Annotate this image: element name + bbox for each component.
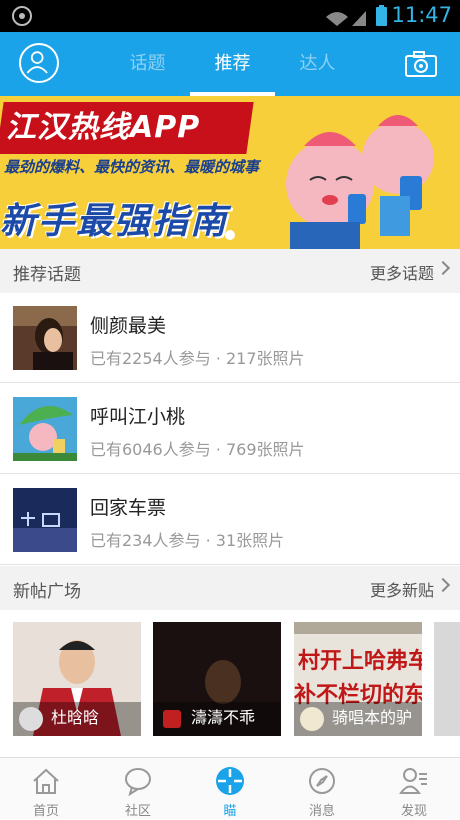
- topic-row[interactable]: 呼叫江小桃 已有6046人参与 · 769张照片: [0, 384, 460, 474]
- clock: 11:47: [391, 3, 452, 27]
- compass-icon: [309, 768, 335, 794]
- nav-home-label: 首页: [32, 804, 59, 819]
- post-caption: 杜晗晗: [13, 702, 141, 736]
- topic-thumbnail: [13, 488, 77, 552]
- user-avatar: [163, 710, 181, 728]
- chat-bubble-icon: [125, 768, 151, 796]
- banner-slogan: 最劲的爆料、最快的资讯、最暖的城事: [4, 158, 260, 176]
- nav-messages-label: 消息: [308, 804, 335, 819]
- post-caption: 骑唱本的驴: [294, 702, 422, 736]
- post-card[interactable]: 村开上哈弗车 补不栏切的东 骑唱本的驴: [294, 622, 422, 736]
- nav-discover[interactable]: 发现: [368, 758, 460, 820]
- top-tabs: 话题 推荐 达人: [105, 32, 375, 96]
- nav-messages[interactable]: 消息: [276, 758, 368, 820]
- topic-row[interactable]: 回家车票 已有234人参与 · 31张照片: [0, 475, 460, 565]
- topic-meta: 已有2254人参与 · 217张照片: [90, 349, 305, 368]
- more-topics-link[interactable]: 更多话题: [370, 260, 434, 284]
- posts-section-header: 新帖广场 更多新贴: [0, 566, 460, 610]
- promo-banner[interactable]: 江汉热线APP 最劲的爆料、最快的资讯、最暖的城事 新手最强指南: [0, 96, 460, 249]
- topic-meta: 已有234人参与 · 31张照片: [90, 531, 285, 550]
- nav-community-label: 社区: [124, 804, 151, 819]
- more-posts-link[interactable]: 更多新贴: [370, 577, 434, 601]
- post-author: 濤濤不乖: [191, 708, 256, 727]
- nav-community[interactable]: 社区: [92, 758, 184, 820]
- banner-guide: 新手最强指南: [0, 201, 229, 242]
- user-avatar: [300, 707, 324, 731]
- nav-aim-label: 瞄: [223, 804, 237, 819]
- nav-discover-label: 发现: [400, 804, 427, 819]
- banner-title: 江汉热线APP: [6, 110, 201, 145]
- post-author: 骑唱本的驴: [332, 708, 413, 727]
- status-bar: 11:47: [0, 0, 460, 32]
- topic-thumbnail: [13, 397, 77, 461]
- app-header: 话题 推荐 达人: [0, 32, 460, 96]
- tab-topics[interactable]: 话题: [105, 32, 190, 96]
- nav-home[interactable]: 首页: [0, 758, 92, 820]
- post-card[interactable]: [434, 622, 460, 736]
- user-avatar: [19, 707, 43, 731]
- mascot-illustration: [286, 115, 434, 249]
- gps-icon: [12, 6, 32, 26]
- topics-section-header: 推荐话题 更多话题: [0, 249, 460, 293]
- person-list-icon: [399, 768, 427, 794]
- crosshair-icon: [216, 767, 244, 795]
- topics-section-title: 推荐话题: [13, 265, 81, 285]
- topic-row[interactable]: 侧颜最美 已有2254人参与 · 217张照片: [0, 293, 460, 383]
- post-image: [434, 622, 460, 736]
- post-card[interactable]: 濤濤不乖: [153, 622, 281, 736]
- post-card[interactable]: 杜晗晗: [13, 622, 141, 736]
- chevron-right-icon: [435, 260, 451, 276]
- tab-recommend[interactable]: 推荐: [190, 32, 275, 96]
- home-icon: [33, 768, 59, 794]
- posts-section-title: 新帖广场: [13, 582, 81, 602]
- topic-meta: 已有6046人参与 · 769张照片: [90, 440, 305, 459]
- svg-text:村开上哈弗车: 村开上哈弗车: [298, 648, 422, 674]
- topic-name: 呼叫江小桃: [90, 406, 186, 428]
- topic-name: 回家车票: [90, 497, 167, 519]
- chevron-right-icon: [435, 577, 451, 593]
- post-caption: 濤濤不乖: [153, 702, 281, 736]
- signal-battery-icons: [326, 5, 387, 26]
- bottom-nav: 首页 社区 瞄 消息 发现: [0, 757, 460, 819]
- topic-thumbnail: [13, 306, 77, 370]
- camera-icon[interactable]: [405, 51, 437, 77]
- user-avatar-icon[interactable]: [19, 43, 59, 83]
- post-author: 杜晗晗: [51, 708, 100, 727]
- nav-aim[interactable]: 瞄: [184, 758, 276, 820]
- topic-name: 侧颜最美: [90, 315, 167, 337]
- tab-experts[interactable]: 达人: [275, 32, 360, 96]
- carousel-indicator[interactable]: [225, 230, 235, 240]
- posts-carousel: 杜晗晗 濤濤不乖 村开上哈弗车 补不栏切的东 骑唱本的驴: [0, 614, 460, 744]
